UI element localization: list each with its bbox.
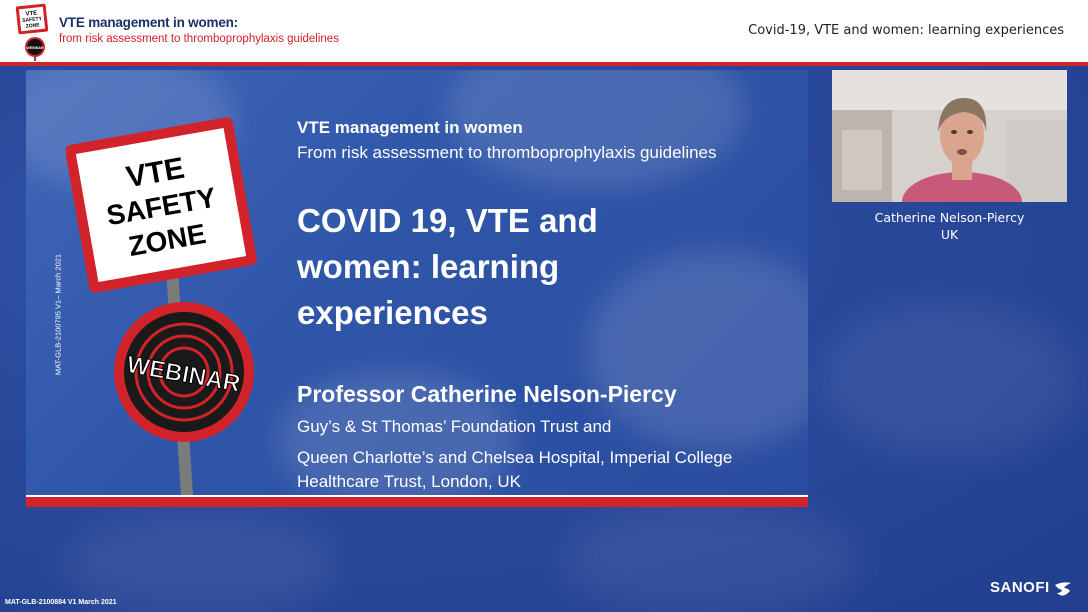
speaker-video-frame: [832, 70, 1067, 202]
speaker-affiliation-1: Guy’s & St Thomas’ Foundation Trust and: [297, 417, 612, 436]
top-header-bar: VTE SAFETY ZONE WEBINAR VTE management i…: [0, 0, 1088, 62]
slide-footer-bar: [26, 495, 808, 507]
presentation-slide: VTE SAFETY ZONE WEBINAR MAT-GLB-2100795 …: [26, 70, 808, 507]
background-cloud: [60, 510, 340, 612]
session-title: Covid-19, VTE and women: learning experi…: [748, 23, 1064, 38]
slide-title: COVID 19, VTE and women: learning experi…: [297, 202, 598, 331]
speaker-caption: Catherine Nelson-Piercy UK: [832, 209, 1067, 243]
vte-safety-zone-logo: VTE SAFETY ZONE WEBINAR: [15, 3, 49, 61]
logo-text-webinar: WEBINAR: [26, 46, 44, 50]
slide-subheading: From risk assessment to thromboprophylax…: [297, 143, 717, 162]
background-cloud: [820, 300, 1080, 460]
speaker-caption-country: UK: [940, 227, 959, 242]
header-accent-line: [0, 62, 1088, 66]
header-title: VTE management in women:: [59, 15, 238, 30]
sanofi-logo-text: SANOFI: [990, 579, 1050, 596]
slide-side-code: MAT-GLB-2100795 V1– March 2021: [53, 253, 63, 376]
speaker-affiliation-2: Queen Charlotte’s and Chelsea Hospital, …: [297, 448, 733, 491]
speaker-video[interactable]: [832, 70, 1067, 202]
slide-heading: VTE management in women: [297, 118, 523, 137]
speaker-caption-name: Catherine Nelson-Piercy: [874, 210, 1025, 225]
background-cloud: [560, 500, 860, 612]
footer-code: MAT-GLB-2100884 V1 March 2021: [5, 599, 117, 606]
speaker-name: Professor Catherine Nelson-Piercy: [297, 381, 677, 407]
vte-safety-zone-sign: VTE SAFETY ZONE WEBINAR: [66, 117, 257, 507]
sanofi-bird-icon: [1055, 582, 1071, 596]
header-subtitle: from risk assessment to thromboprophylax…: [59, 33, 339, 45]
